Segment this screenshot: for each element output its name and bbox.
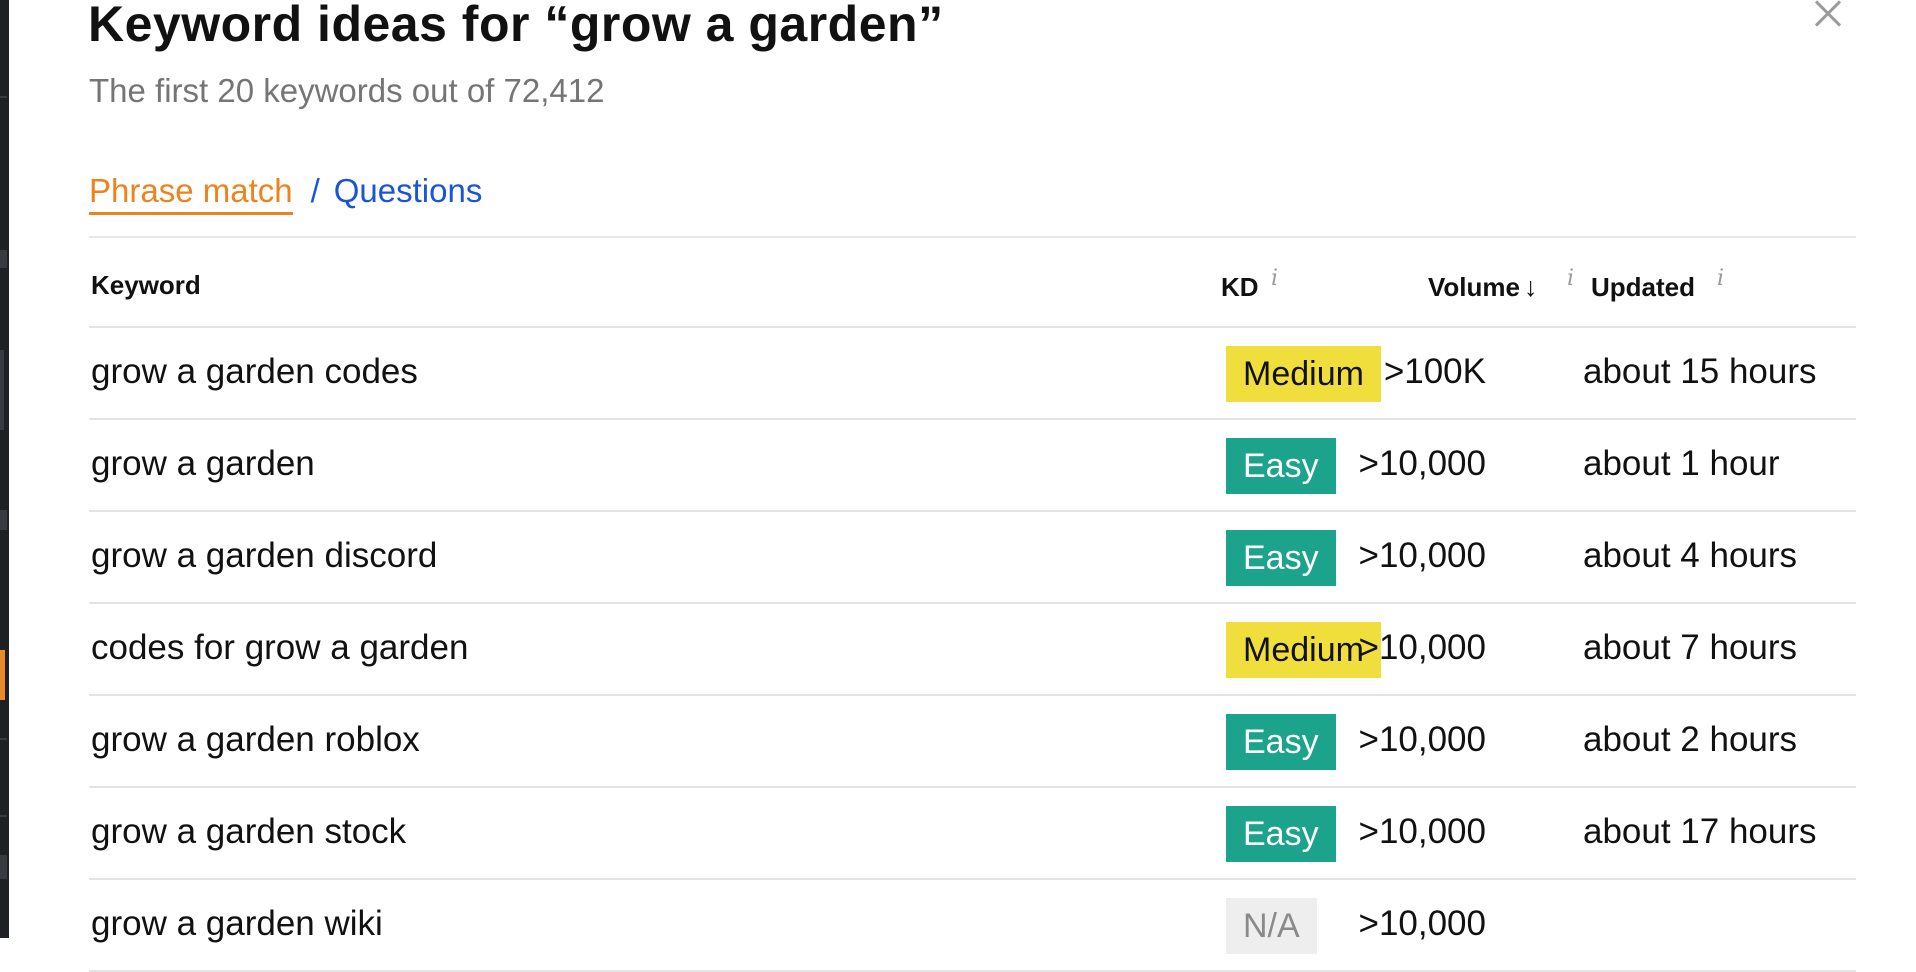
modal-title: Keyword ideas for “grow a garden” — [88, 0, 944, 52]
match-type-tabs: Phrase match / Questions — [89, 172, 482, 215]
volume-cell: >10,000 — [1358, 720, 1487, 759]
column-header-volume[interactable]: Volume ↓ — [1428, 272, 1537, 303]
volume-cell: >10,000 — [1358, 444, 1487, 483]
tabs-divider — [89, 236, 1856, 238]
table-row[interactable]: codes for grow a garden Medium >10,000 abou… — [89, 604, 1856, 696]
table-row[interactable]: grow a garden discord Easy >10,000 about 4 … — [89, 512, 1856, 604]
keyword-cell[interactable]: grow a garden discord — [91, 536, 437, 576]
tab-questions[interactable]: Questions — [334, 172, 483, 210]
close-icon[interactable] — [1805, 0, 1849, 36]
volume-cell: >10,000 — [1358, 812, 1487, 851]
volume-cell: >10,000 — [1358, 628, 1487, 667]
column-header-keyword: Keyword — [91, 270, 201, 300]
background-edge-mark — [0, 250, 7, 268]
keyword-cell[interactable]: codes for grow a garden — [91, 628, 468, 668]
column-header-volume-label: Volume — [1428, 272, 1520, 302]
keyword-cell[interactable]: grow a garden wiki — [91, 904, 383, 944]
background-app-edge — [0, 0, 9, 938]
table-row[interactable]: grow a garden wiki N/A >10,000 — [89, 880, 1856, 972]
column-header-updated[interactable]: Updated — [1591, 272, 1695, 303]
table-row[interactable]: grow a garden stock Easy >10,000 about 17 h… — [89, 788, 1856, 880]
keyword-cell[interactable]: grow a garden roblox — [91, 720, 420, 760]
background-edge-mark — [0, 96, 7, 98]
updated-cell: about 4 hours — [1583, 536, 1798, 575]
keyword-cell[interactable]: grow a garden codes — [91, 352, 418, 392]
background-edge-mark — [0, 738, 7, 740]
table-row[interactable]: grow a garden codes Medium >100K about 15 h… — [89, 328, 1856, 420]
background-edge-mark — [0, 650, 5, 700]
background-edge-mark — [0, 350, 4, 430]
background-edge-mark — [0, 510, 7, 530]
info-icon[interactable]: i — [1271, 266, 1278, 291]
updated-cell: about 15 hours — [1583, 352, 1817, 391]
volume-cell: >10,000 — [1358, 536, 1487, 575]
keyword-cell[interactable]: grow a garden stock — [91, 812, 406, 852]
sort-down-arrow-icon: ↓ — [1523, 272, 1538, 302]
volume-cell: >100K — [1383, 352, 1486, 391]
keyword-ideas-modal: Keyword ideas for “grow a garden” The fi… — [9, 0, 1916, 972]
updated-cell: about 1 hour — [1583, 444, 1780, 483]
info-icon[interactable]: i — [1717, 266, 1724, 291]
keyword-cell[interactable]: grow a garden — [91, 444, 315, 484]
background-edge-mark — [0, 815, 7, 817]
volume-cell: >10,000 — [1358, 904, 1487, 943]
info-icon[interactable]: i — [1567, 266, 1574, 291]
column-header-kd[interactable]: KD — [1221, 272, 1259, 303]
modal-subtitle: The first 20 keywords out of 72,412 — [89, 72, 605, 109]
table-row[interactable]: grow a garden Easy >10,000 about 1 hour — [89, 420, 1856, 512]
table-row[interactable]: grow a garden roblox Easy >10,000 about 2 h… — [89, 696, 1856, 788]
updated-cell: about 7 hours — [1583, 628, 1798, 667]
tab-phrase-match[interactable]: Phrase match — [89, 172, 293, 215]
tab-separator: / — [310, 172, 320, 209]
updated-cell: about 17 hours — [1583, 812, 1817, 851]
updated-cell: about 2 hours — [1583, 720, 1798, 759]
background-edge-mark — [0, 855, 7, 879]
